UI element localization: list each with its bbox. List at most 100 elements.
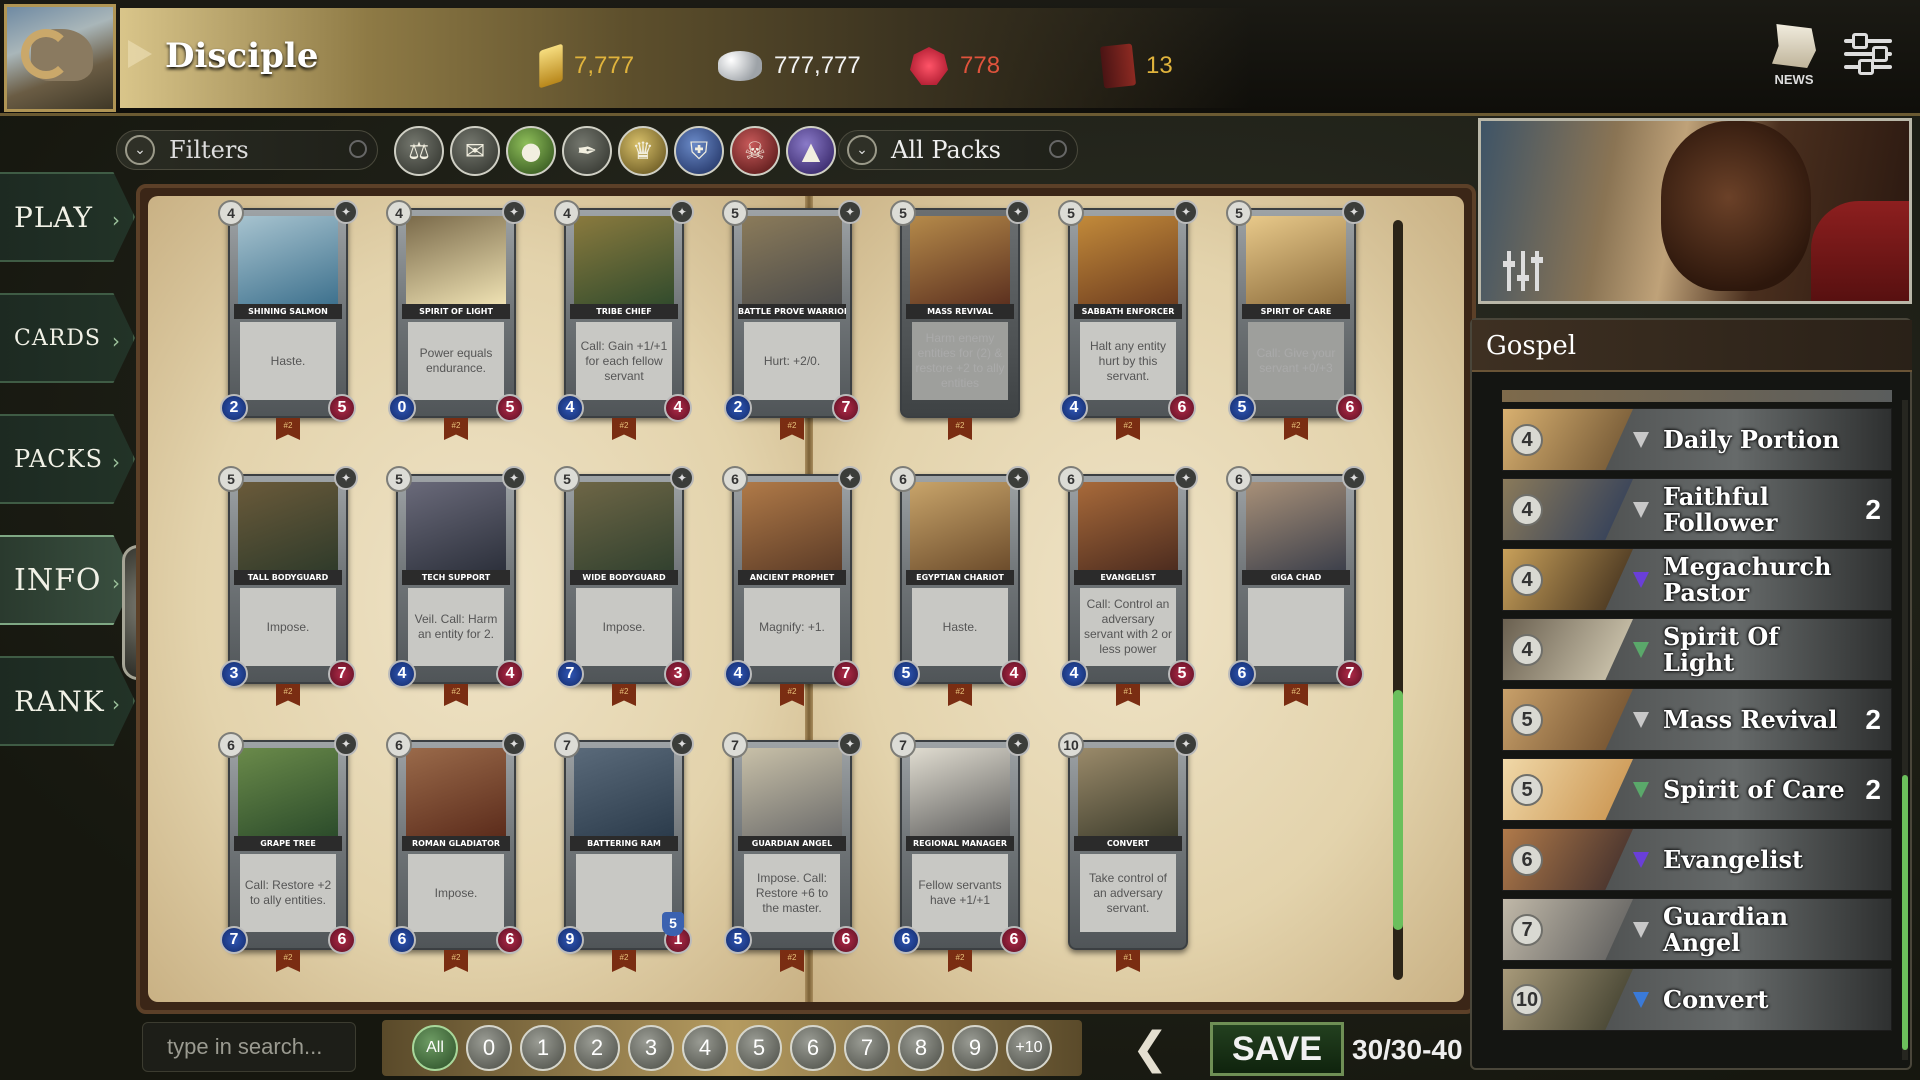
nav-info[interactable]: INFO › <box>0 535 135 625</box>
deck-list-item[interactable]: 10 Convert <box>1502 968 1892 1031</box>
filters-dropdown[interactable]: ⌄ Filters <box>116 130 378 170</box>
crown-icon[interactable]: ♛ <box>618 126 668 176</box>
card-cost: 4 <box>218 200 244 226</box>
deck-list-item[interactable]: 5 Mass Revival 2 <box>1502 688 1892 751</box>
deck-card-cost: 4 <box>1511 564 1543 596</box>
news-label: NEWS <box>1774 72 1814 87</box>
collection-card[interactable]: SPIRIT OF CARE Call: Give your servant +0… <box>1226 200 1366 440</box>
deck-card-cost: 6 <box>1511 844 1543 876</box>
feather-icon[interactable]: ✒ <box>562 126 612 176</box>
cost-filter-button[interactable]: 6 <box>790 1025 836 1071</box>
cost-filter-button[interactable]: 8 <box>898 1025 944 1071</box>
rarity-gem-icon <box>1633 642 1649 658</box>
deck-scrollbar[interactable] <box>1902 400 1908 1060</box>
deck-list-item[interactable]: 4 Spirit Of Light <box>1502 618 1892 681</box>
card-text: Veil. Call: Harm an entity for 2. <box>408 588 504 666</box>
collection-card[interactable]: SHINING SALMON Haste. 4 ✦ 2 5 #2 <box>218 200 358 440</box>
packs-dropdown[interactable]: ⌄ All Packs <box>838 130 1078 170</box>
collection-card[interactable]: TRIBE CHIEF Call: Gain +1/+1 for each fel… <box>554 200 694 440</box>
pack-ribbon: #2 <box>444 684 468 706</box>
cost-filter-button[interactable]: 5 <box>736 1025 782 1071</box>
rarity-gem-icon <box>1633 992 1649 1008</box>
deck-list-item[interactable]: 4 Faithful Follower 2 <box>1502 478 1892 541</box>
save-button[interactable]: SAVE <box>1210 1022 1344 1076</box>
nav-play[interactable]: PLAY › <box>0 172 135 262</box>
deck-list: 4 Daily Portion 4 Faithful Follower 2 4 Megach… <box>1502 390 1892 1038</box>
deck-list-item[interactable]: 4 Megachurch Pastor <box>1502 548 1892 611</box>
collection-card[interactable]: BATTLE PROVE WARRIOR Hurt: +2/0. 5 ✦ 2 7 #2 <box>722 200 862 440</box>
settings-sliders-icon[interactable] <box>1844 30 1892 82</box>
deck-list-top-edge <box>1502 390 1892 402</box>
cost-filter-button[interactable]: 3 <box>628 1025 674 1071</box>
deck-builder-screen: { "header": { "title": "Disciple", "gold… <box>0 0 1920 1080</box>
collection-scrollbar[interactable] <box>1393 220 1403 980</box>
cost-filter-button[interactable]: 4 <box>682 1025 728 1071</box>
deck-scrollbar-thumb[interactable] <box>1902 775 1908 1050</box>
faction-icon: ✦ <box>502 200 526 224</box>
deck-card-count: 2 <box>1865 493 1881 525</box>
collection-card[interactable]: GIGA CHAD 6 ✦ 6 7 #2 <box>1226 466 1366 706</box>
player-avatar[interactable] <box>4 4 116 112</box>
cost-filter-button[interactable]: 2 <box>574 1025 620 1071</box>
cost-filter-button[interactable]: 9 <box>952 1025 998 1071</box>
shield-icon[interactable]: ⛨ <box>674 126 724 176</box>
deck-title[interactable]: Gospel <box>1472 320 1912 372</box>
cost-filter-button[interactable]: 0 <box>466 1025 512 1071</box>
news-button[interactable]: NEWS <box>1766 24 1822 87</box>
collection-card[interactable]: GRAPE TREE Call: Restore +2 to ally entit… <box>218 732 358 972</box>
nav-packs[interactable]: PACKS › <box>0 414 135 504</box>
faction-icon: ✦ <box>1342 200 1366 224</box>
cost-filter-button[interactable]: All <box>412 1025 458 1071</box>
ruby-counter: 778 <box>910 46 1000 86</box>
card-name: GIGA CHAD <box>1242 570 1350 585</box>
cost-filter-button[interactable]: 7 <box>844 1025 890 1071</box>
collection-card[interactable]: REGIONAL MANAGER Fellow servants have +1/… <box>890 732 1030 972</box>
collection-card[interactable]: MASS REVIVAL Harm enemy entities for (2) … <box>890 200 1030 440</box>
scrollbar-thumb[interactable] <box>1393 690 1403 930</box>
collection-card[interactable]: EVANGELIST Call: Control an adversary ser… <box>1058 466 1198 706</box>
deck-list-item[interactable]: 6 Evangelist <box>1502 828 1892 891</box>
collection-card[interactable]: TALL BODYGUARD Impose. 5 ✦ 3 7 #2 <box>218 466 358 706</box>
nav-rank[interactable]: RANK › <box>0 656 135 746</box>
apple-icon[interactable]: ● <box>506 126 556 176</box>
cost-filter-button[interactable]: 1 <box>520 1025 566 1071</box>
eye-triangle-icon[interactable]: ▲ <box>786 126 836 176</box>
back-arrow-icon[interactable]: ❮ <box>1118 1024 1182 1074</box>
equalizer-icon[interactable] <box>1503 251 1543 291</box>
deck-list-item[interactable]: 5 Spirit of Care 2 <box>1502 758 1892 821</box>
pack-ribbon: #2 <box>612 684 636 706</box>
rarity-gem-icon <box>1633 922 1649 938</box>
collection-card[interactable]: WIDE BODYGUARD Impose. 5 ✦ 7 3 #2 <box>554 466 694 706</box>
pack-ribbon: #2 <box>1116 418 1140 440</box>
collection-card[interactable]: ANCIENT PROPHET Magnify: +1. 6 ✦ 4 7 #2 <box>722 466 862 706</box>
collection-card[interactable]: TECH SUPPORT Veil. Call: Harm an entity f… <box>386 466 526 706</box>
collection-card[interactable]: CONVERT Take control of an adversary serv… <box>1058 732 1198 972</box>
skull-icon[interactable]: ☠ <box>730 126 780 176</box>
pack-ribbon: #2 <box>612 418 636 440</box>
card-name: BATTLE PROVE WARRIOR <box>738 304 846 319</box>
card-text: Impose. <box>240 588 336 666</box>
deck-list-item[interactable]: 7 Guardian Angel <box>1502 898 1892 961</box>
scales-icon[interactable]: ⚖ <box>394 126 444 176</box>
collection-card[interactable]: EGYPTIAN CHARIOT Haste. 6 ✦ 5 4 #2 <box>890 466 1030 706</box>
rarity-gem-icon <box>1633 432 1649 448</box>
nav-info-label: INFO <box>14 562 102 598</box>
card-text: Impose. <box>576 588 672 666</box>
card-art <box>910 748 1010 840</box>
collection-card[interactable]: SPIRIT OF LIGHT Power equals endurance. 4 ✦… <box>386 200 526 440</box>
deck-card-cost: 10 <box>1511 984 1543 1016</box>
deck-list-item[interactable]: 4 Daily Portion <box>1502 408 1892 471</box>
collection-card[interactable]: SABBATH ENFORCER Halt any entity hurt by … <box>1058 200 1198 440</box>
nav-cards[interactable]: CARDS › <box>0 293 135 383</box>
card-cost: 6 <box>218 732 244 758</box>
card-text: Impose. Call: Restore +6 to the master. <box>744 854 840 932</box>
scroll-icon[interactable]: ✉ <box>450 126 500 176</box>
search-input[interactable]: type in search... <box>142 1022 356 1072</box>
collection-card[interactable]: BATTERING RAM 7 ✦ 9 1 #2 5 <box>554 732 694 972</box>
cost-filter-button[interactable]: +10 <box>1006 1025 1052 1071</box>
card-cost: 5 <box>218 466 244 492</box>
collection-card[interactable]: GUARDIAN ANGEL Impose. Call: Restore +6 t… <box>722 732 862 972</box>
silver-value: 777,777 <box>774 52 861 79</box>
nav-rank-label: RANK <box>14 684 105 718</box>
collection-card[interactable]: ROMAN GLADIATOR Impose. 6 ✦ 6 6 #2 <box>386 732 526 972</box>
